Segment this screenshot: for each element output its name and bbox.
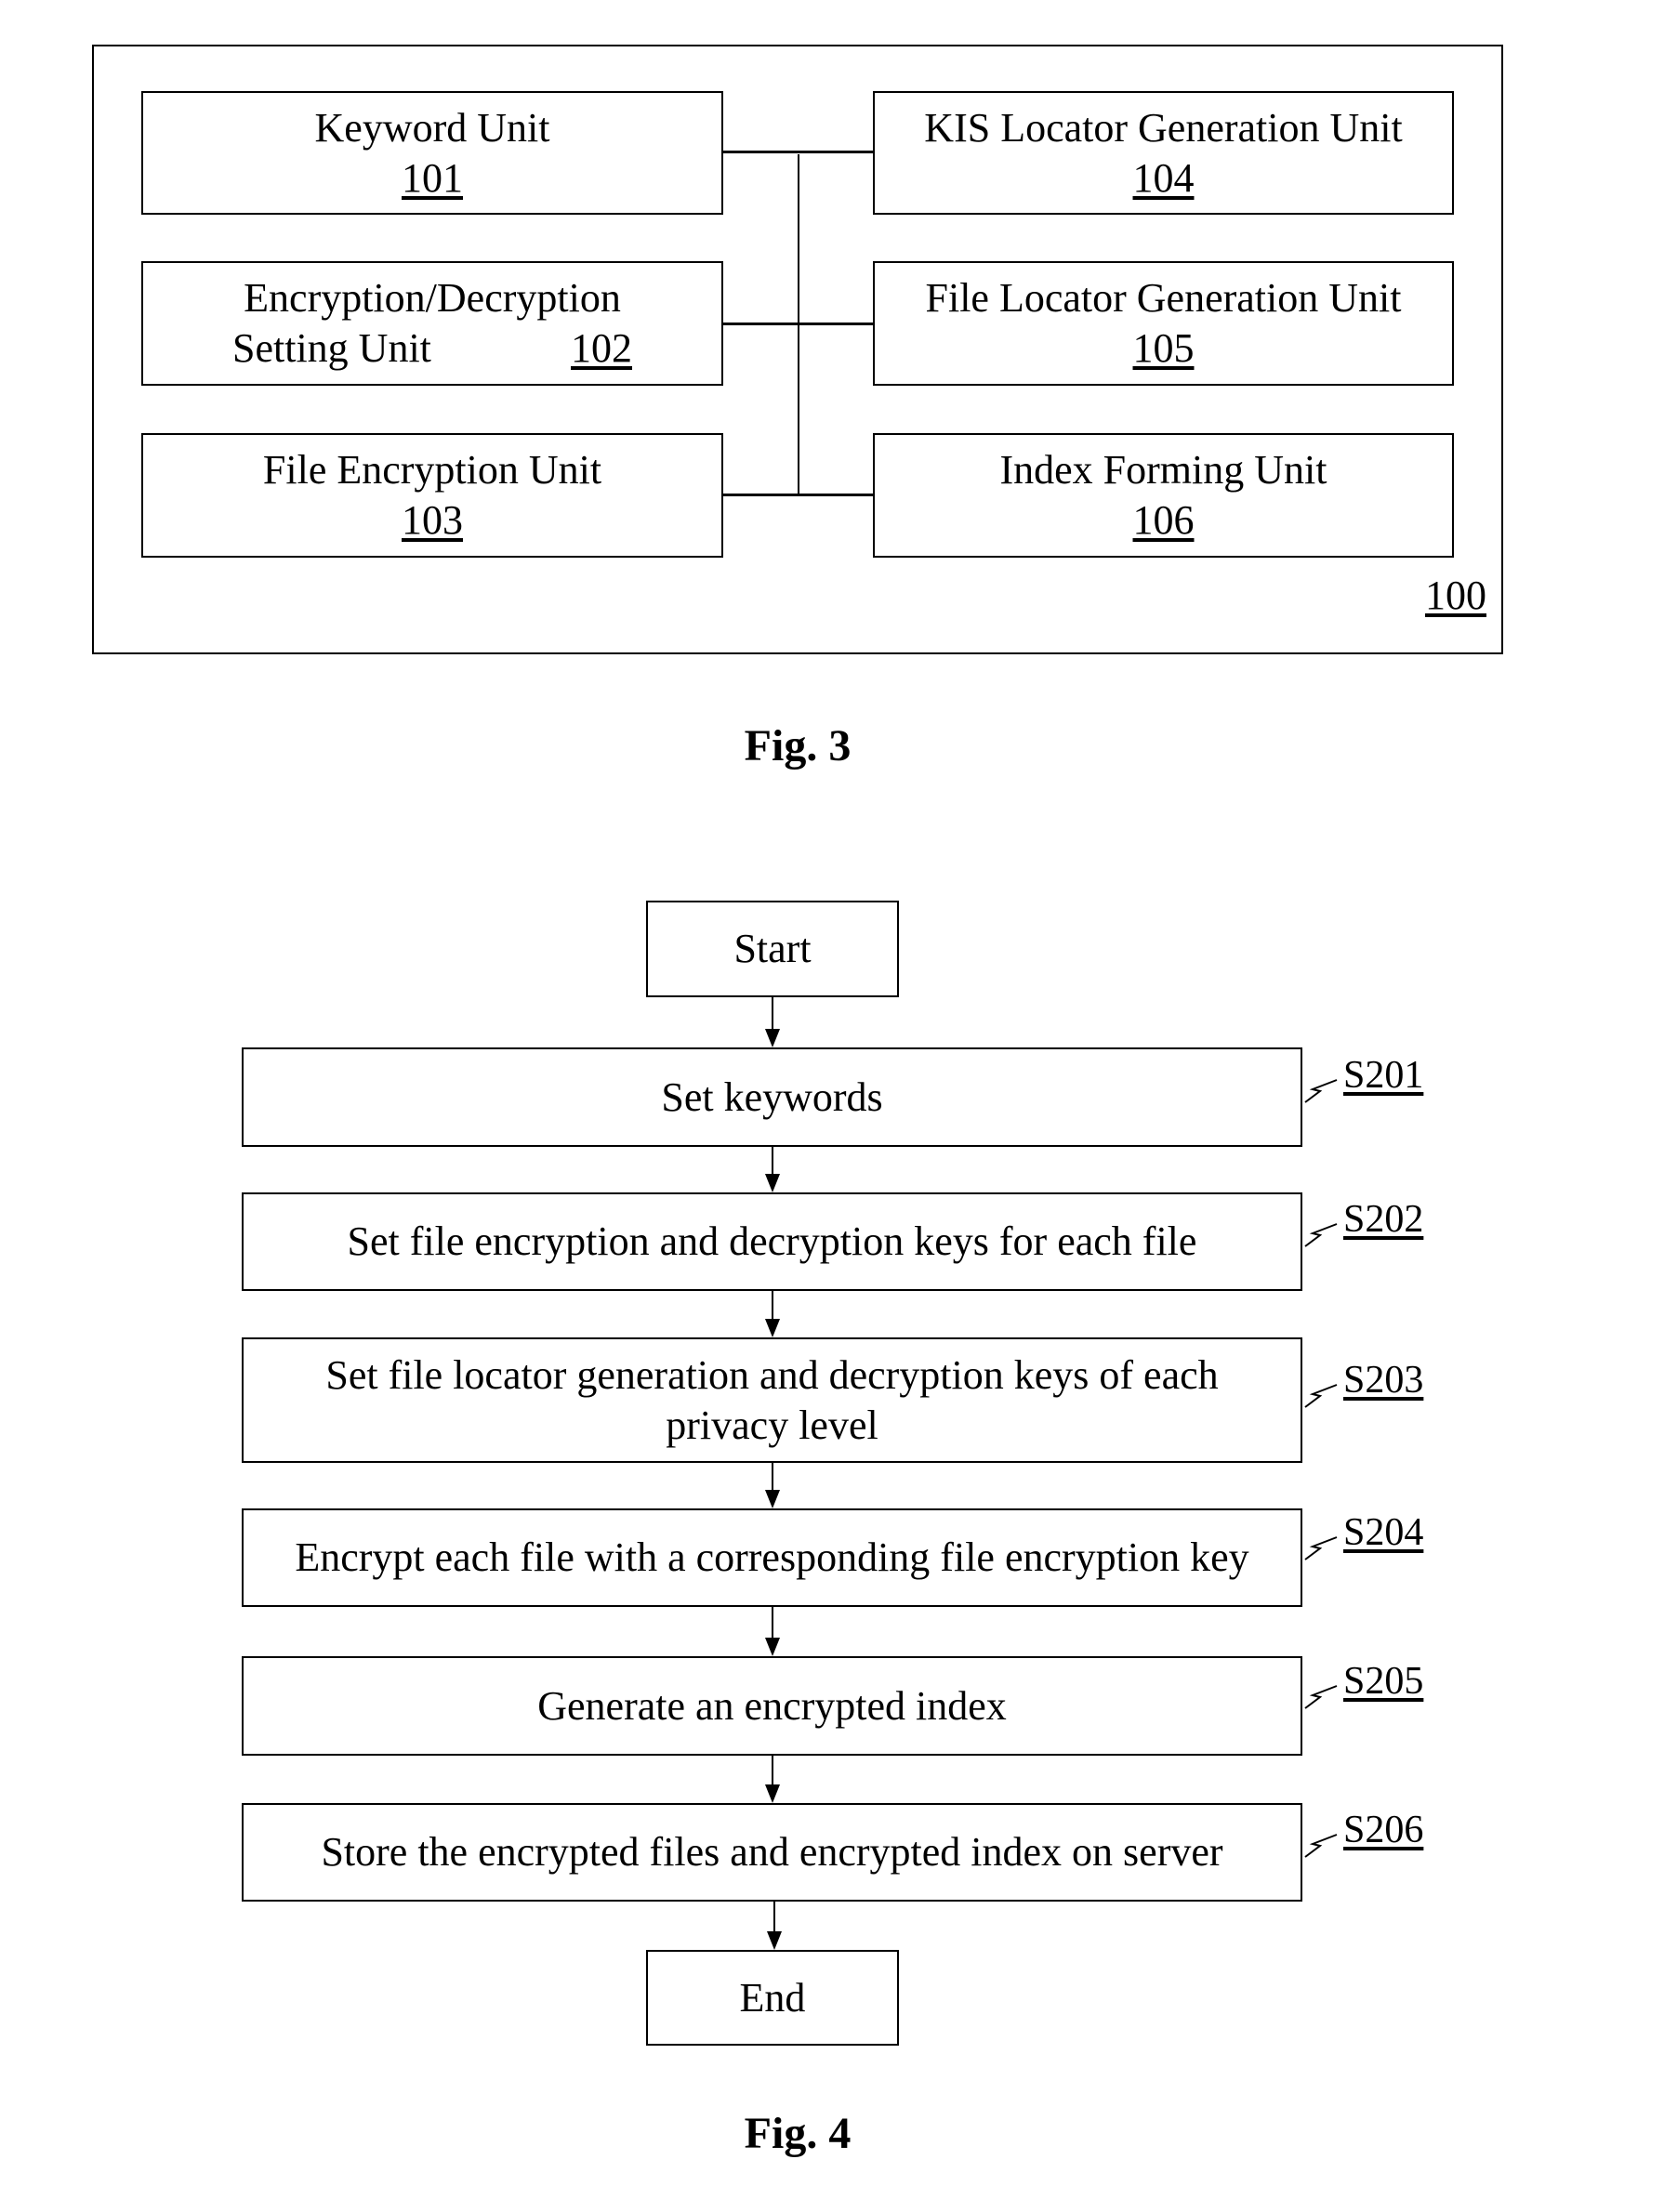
- connector-103-106: [723, 494, 873, 496]
- fig3-caption: Fig. 3: [744, 721, 852, 770]
- unit-ref: 102: [571, 325, 632, 371]
- unit-ref: 106: [1132, 497, 1195, 543]
- kis-locator-generation-unit-box: KIS Locator Generation Unit 104: [873, 91, 1454, 215]
- step-text: Set keywords: [661, 1073, 883, 1120]
- unit-name: Keyword Unit: [314, 104, 550, 151]
- unit-name: KIS Locator Generation Unit: [924, 104, 1403, 151]
- arrow-s203-s204: [772, 1462, 773, 1492]
- start-terminal: Start: [646, 901, 899, 997]
- keyword-unit-box: Keyword Unit 101: [141, 91, 723, 215]
- unit-name: File Encryption Unit: [262, 447, 602, 493]
- end-terminal: End: [646, 1950, 899, 2046]
- arrowhead: [765, 1784, 780, 1803]
- step-s204-box: Encrypt each file with a corresponding f…: [242, 1508, 1302, 1607]
- arrowhead: [765, 1174, 780, 1192]
- arrowhead: [765, 1029, 780, 1047]
- step-text: Set file encryption and decryption keys …: [347, 1218, 1197, 1264]
- fig4-caption: Fig. 4: [744, 2109, 852, 2158]
- step-label-s205: S205: [1343, 1660, 1424, 1703]
- file-locator-generation-unit-box: File Locator Generation Unit 105: [873, 261, 1454, 386]
- arrowhead: [765, 1319, 780, 1337]
- step-label-s203: S203: [1343, 1359, 1424, 1402]
- index-forming-unit-box: Index Forming Unit 106: [873, 433, 1454, 558]
- unit-ref: 103: [402, 497, 463, 543]
- leader-squiggle-icon: [1304, 1834, 1338, 1858]
- step-text: Generate an encrypted index: [537, 1682, 1007, 1729]
- step-s202-box: Set file encryption and decryption keys …: [242, 1192, 1302, 1291]
- step-label-s204: S204: [1343, 1511, 1424, 1554]
- step-label-s206: S206: [1343, 1809, 1424, 1851]
- leader-squiggle-icon: [1304, 1685, 1338, 1709]
- step-text: Store the encrypted files and encrypted …: [321, 1829, 1223, 1875]
- arrow-s201-s202: [772, 1146, 773, 1176]
- step-text: Encrypt each file with a corresponding f…: [295, 1534, 1249, 1580]
- step-s206-box: Store the encrypted files and encrypted …: [242, 1803, 1302, 1902]
- unit-name: File Locator Generation Unit: [925, 275, 1402, 321]
- step-label-s201: S201: [1343, 1054, 1424, 1097]
- arrow-s202-s203: [772, 1290, 773, 1321]
- step-s205-box: Generate an encrypted index: [242, 1656, 1302, 1756]
- arrowhead: [767, 1931, 782, 1950]
- step-text-line2: privacy level: [666, 1402, 878, 1448]
- leader-squiggle-icon: [1304, 1223, 1338, 1247]
- step-label-s202: S202: [1343, 1198, 1424, 1241]
- unit-ref: 101: [402, 154, 463, 201]
- end-label: End: [739, 1974, 806, 2021]
- arrowhead: [765, 1638, 780, 1656]
- container-ref-label: 100: [1425, 573, 1486, 618]
- file-encryption-unit-box: File Encryption Unit 103: [141, 433, 723, 558]
- unit-ref: 105: [1132, 325, 1195, 371]
- bus-vertical-line: [798, 154, 799, 496]
- arrow-s204-s205: [772, 1606, 773, 1639]
- arrow-s205-s206: [772, 1755, 773, 1786]
- unit-ref: 104: [1132, 154, 1195, 201]
- arrowhead: [765, 1490, 780, 1508]
- connector-101-104: [723, 151, 873, 153]
- step-s203-box: Set file locator generation and decrypti…: [242, 1337, 1302, 1463]
- arrow-start-s201: [772, 997, 773, 1031]
- step-text: Set file locator generation and decrypti…: [325, 1351, 1219, 1398]
- unit-name: Index Forming Unit: [999, 447, 1327, 493]
- leader-squiggle-icon: [1304, 1384, 1338, 1408]
- connector-102-105: [723, 323, 873, 325]
- leader-squiggle-icon: [1304, 1079, 1338, 1103]
- encryption-decryption-setting-unit-box: Encryption/Decryption Setting Unit 102: [141, 261, 723, 386]
- unit-name: Encryption/Decryption: [244, 275, 621, 321]
- arrow-s206-end: [773, 1901, 775, 1933]
- leader-squiggle-icon: [1304, 1536, 1338, 1560]
- start-label: Start: [733, 926, 812, 971]
- step-s201-box: Set keywords: [242, 1047, 1302, 1147]
- unit-name-line2: Setting Unit: [232, 325, 431, 371]
